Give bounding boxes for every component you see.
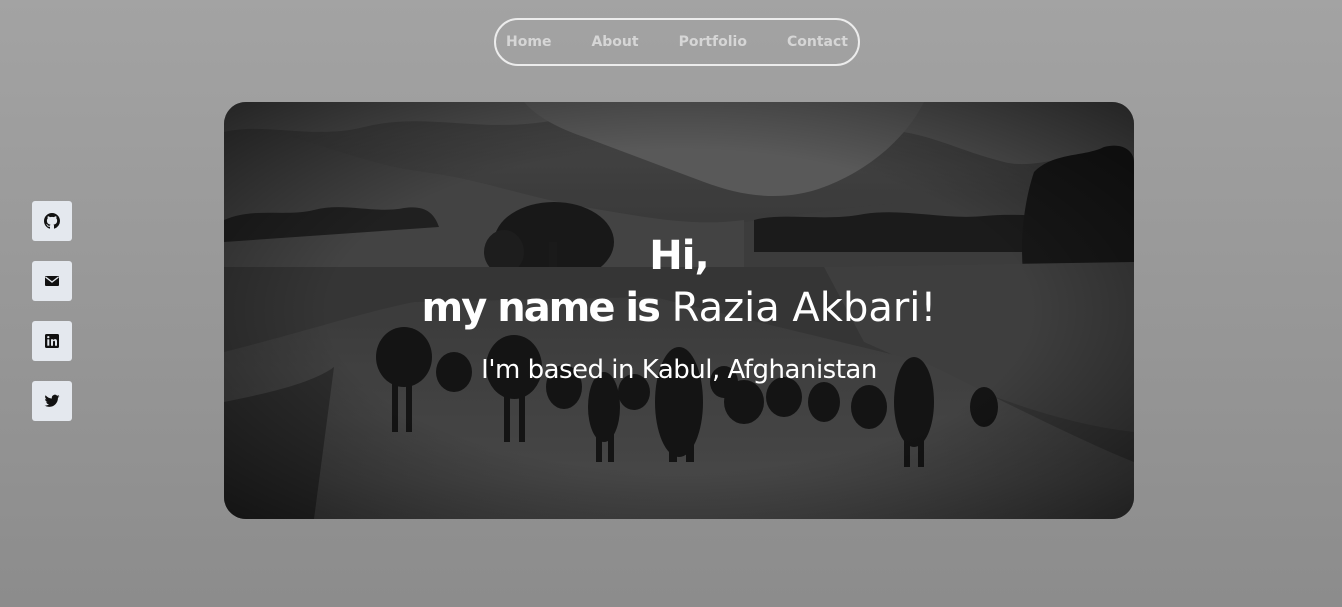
twitter-icon bbox=[44, 394, 60, 407]
greeting-name-line: my name is Razia Akbari! bbox=[224, 284, 1134, 332]
nav-about-link[interactable]: About bbox=[571, 18, 658, 66]
mail-icon bbox=[45, 276, 59, 286]
person-name: Razia Akbari! bbox=[671, 285, 937, 331]
main-nav: Home About Portfolio Contact bbox=[494, 18, 860, 66]
greeting-hi: Hi, bbox=[224, 232, 1134, 280]
nav-portfolio-link[interactable]: Portfolio bbox=[659, 18, 767, 66]
github-link[interactable] bbox=[32, 201, 72, 241]
linkedin-icon bbox=[45, 334, 59, 348]
hero-card: Hi, my name is Razia Akbari! I'm based i… bbox=[224, 102, 1134, 519]
greeting-line1: Hi, bbox=[649, 233, 709, 279]
greeting-lead: my name is bbox=[421, 285, 661, 331]
nav-home-link[interactable]: Home bbox=[486, 18, 571, 66]
linkedin-link[interactable] bbox=[32, 321, 72, 361]
location-text: I'm based in Kabul, Afghanistan bbox=[481, 355, 877, 385]
twitter-link[interactable] bbox=[32, 381, 72, 421]
hero-text: Hi, my name is Razia Akbari! I'm based i… bbox=[224, 102, 1134, 519]
social-sidebar bbox=[32, 201, 72, 421]
github-icon bbox=[44, 213, 60, 229]
nav-contact-link[interactable]: Contact bbox=[767, 18, 868, 66]
email-link[interactable] bbox=[32, 261, 72, 301]
